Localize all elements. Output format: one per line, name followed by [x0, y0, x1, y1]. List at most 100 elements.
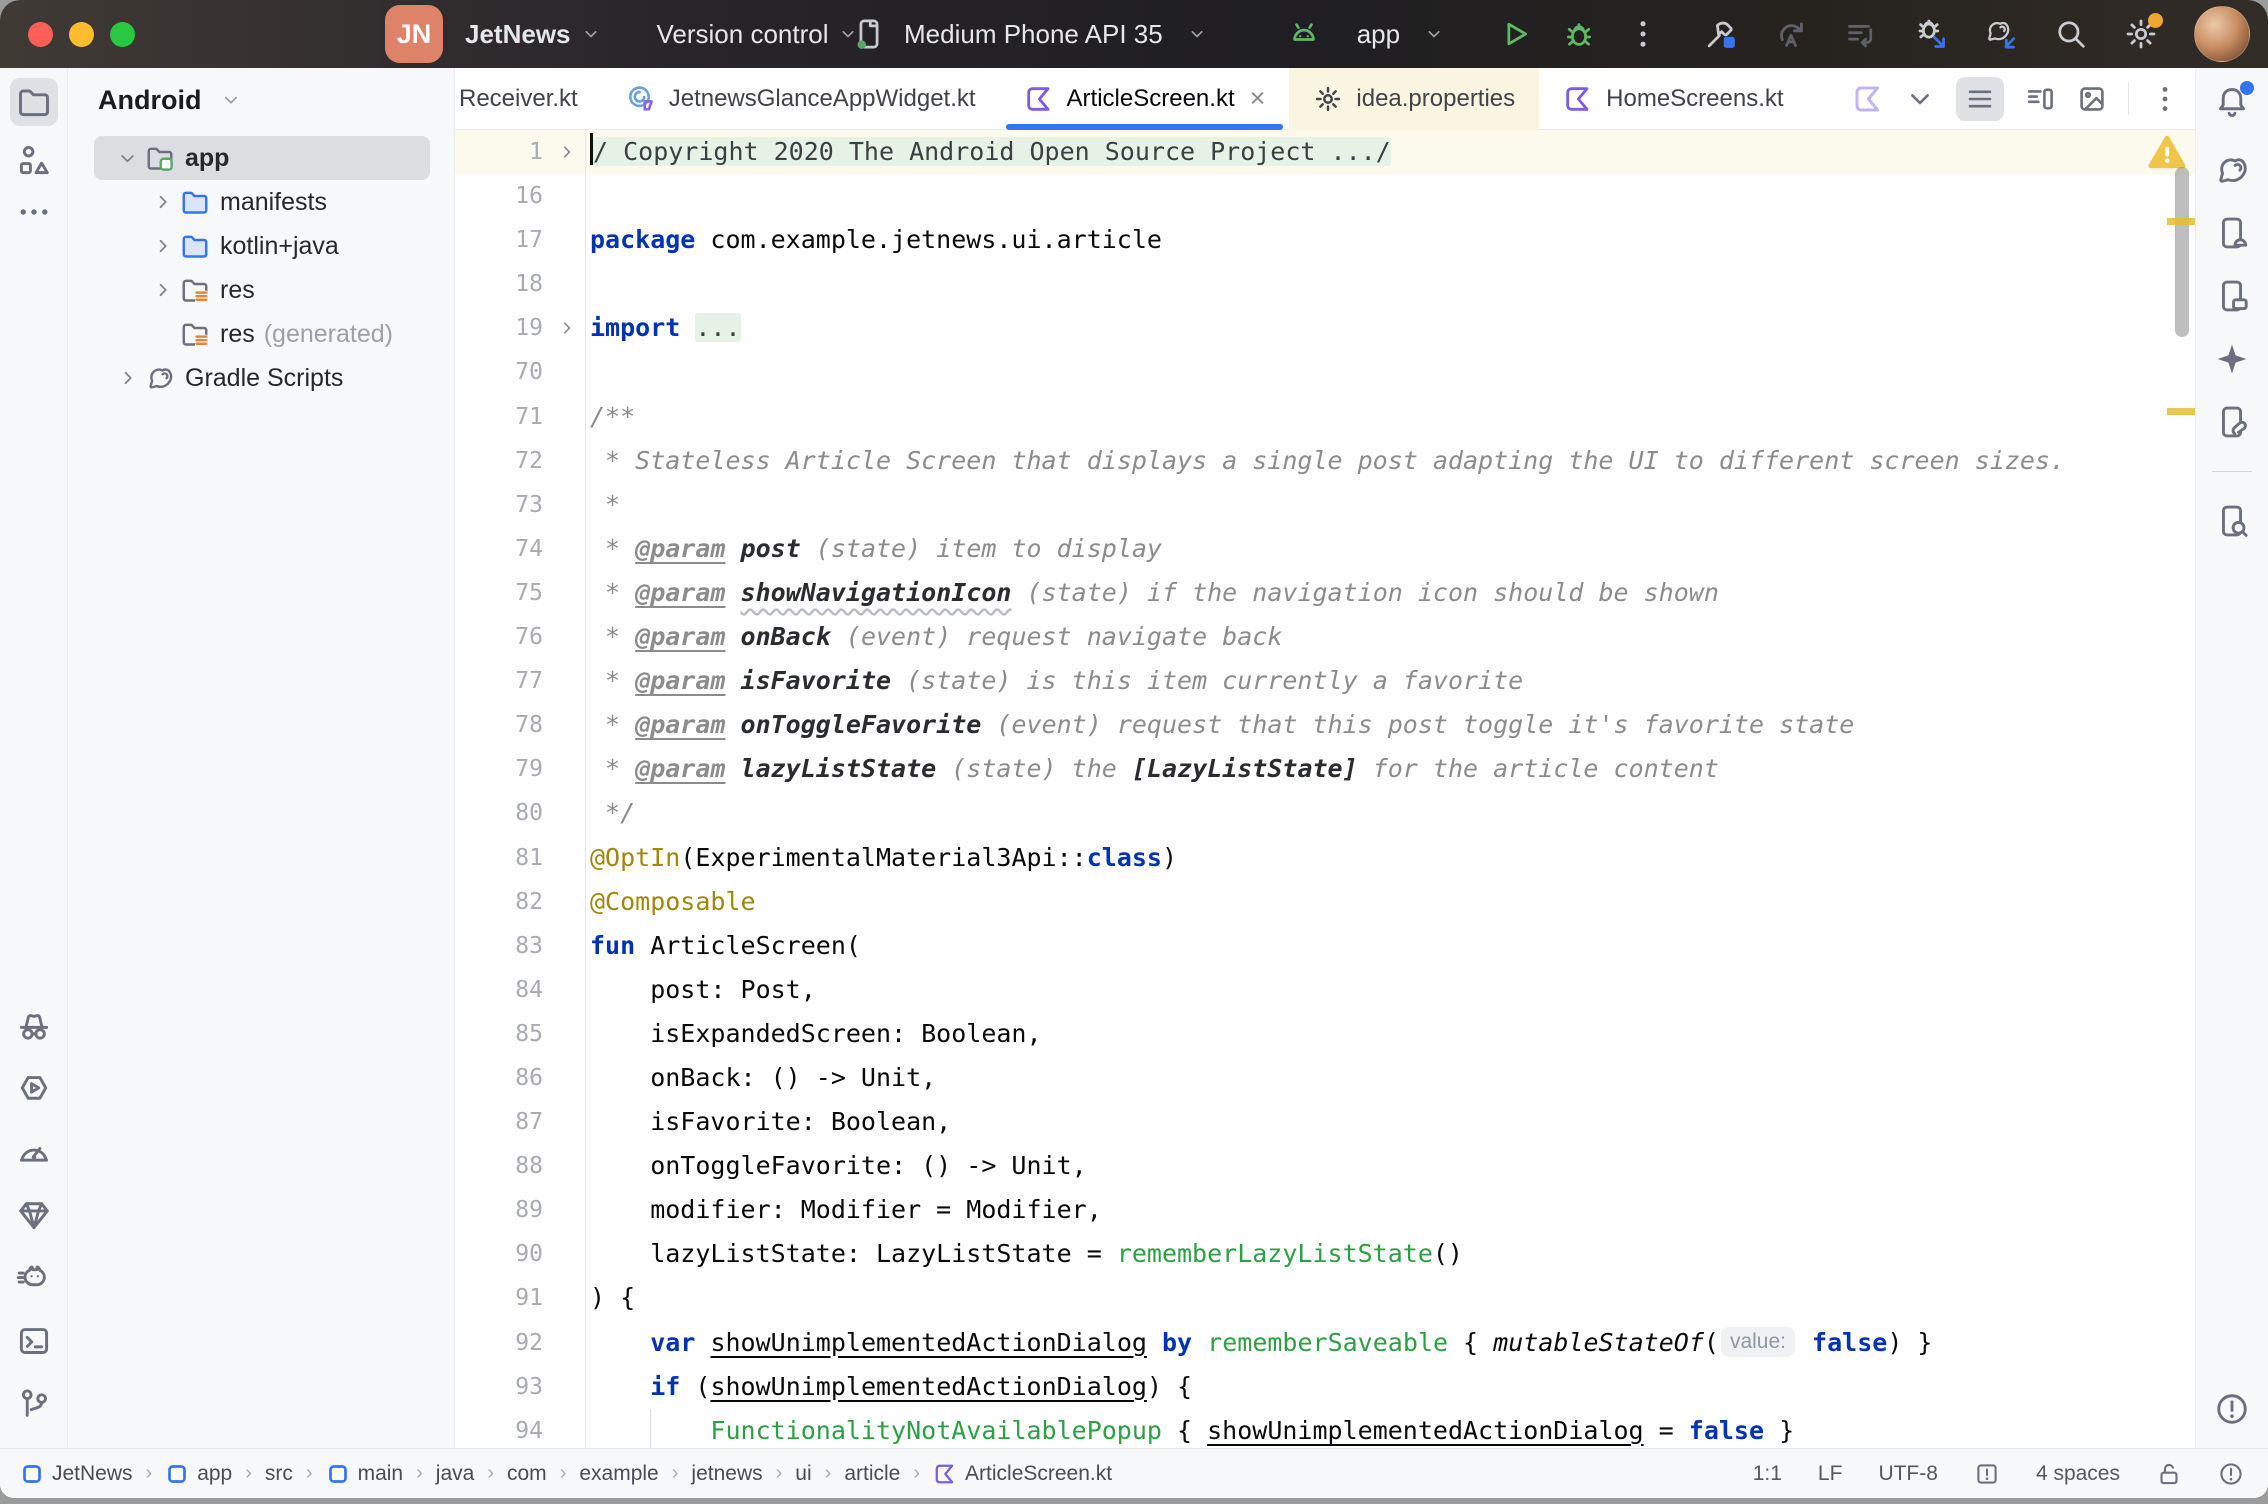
run-button[interactable] [1498, 17, 1532, 51]
chevron-down-icon[interactable] [1904, 83, 1936, 115]
zoom-window-button[interactable] [110, 22, 135, 47]
apply-changes-button[interactable] [1774, 17, 1808, 51]
settings-button[interactable] [2124, 17, 2158, 51]
inspection-square-icon[interactable] [1974, 1461, 2000, 1487]
code-text: @OptIn(ExperimentalMaterial3Api::class) [586, 836, 1177, 880]
breadcrumb-item-ui[interactable]: ui [795, 1462, 811, 1486]
tool-window-button-logcat-cat[interactable] [16, 1260, 52, 1296]
tree-item-kotlin-java[interactable]: kotlin+java [94, 224, 430, 268]
tool-window-button-device-manager[interactable] [2214, 215, 2250, 251]
line-number: 70 [455, 350, 549, 394]
editor-list-view-button[interactable] [1956, 77, 2004, 121]
tree-item-res[interactable]: res [94, 268, 430, 312]
tool-window-button-terminal[interactable] [16, 1323, 52, 1359]
inspection-warning-icon[interactable] [2148, 135, 2186, 169]
close-tab-icon[interactable]: × [1250, 85, 1266, 112]
editor-scrollbar[interactable] [2175, 167, 2189, 337]
breadcrumb-label: JetNews [52, 1462, 133, 1486]
tool-window-button-hexagon-play[interactable] [16, 1071, 52, 1107]
code-text: ) { [586, 1276, 635, 1320]
split-editor-icon[interactable] [2024, 83, 2056, 115]
close-window-button[interactable] [28, 22, 53, 47]
tab-label: JetnewsGlanceAppWidget.kt [669, 85, 976, 113]
code-text: * @param lazyListState (state) the [Lazy… [586, 747, 1719, 791]
tool-window-button-running-devices[interactable] [2214, 278, 2250, 314]
tool-window-button-gauge[interactable] [16, 1134, 52, 1170]
line-separator[interactable]: LF [1818, 1462, 1843, 1486]
image-icon[interactable] [2076, 83, 2108, 115]
project-view-selector[interactable]: Android [98, 85, 201, 116]
tree-item-manifests[interactable]: manifests [94, 180, 430, 224]
kotlin-file-icon [933, 1462, 957, 1486]
tool-window-button-device-explorer[interactable] [2214, 404, 2250, 440]
more-run-options-button[interactable] [1626, 17, 1660, 51]
caret-position[interactable]: 1:1 [1753, 1462, 1782, 1486]
tool-window-button-problems[interactable] [2214, 1391, 2250, 1427]
tool-window-button-device-search[interactable] [2214, 503, 2250, 539]
code-line-1: 1/ Copyright 2020 The Android Open Sourc… [455, 130, 2195, 174]
project-avatar[interactable]: JN [385, 5, 443, 63]
unlock-icon[interactable] [2156, 1461, 2182, 1487]
chevron-right-icon[interactable] [145, 191, 180, 213]
fold-marker-icon[interactable] [549, 318, 585, 338]
breadcrumb-item-article[interactable]: article [844, 1462, 900, 1486]
breadcrumb-item-com[interactable]: com [507, 1462, 547, 1486]
tool-window-button-more-horizontal[interactable] [16, 194, 52, 230]
breadcrumb-label: main [358, 1462, 404, 1486]
chevron-down-icon[interactable] [117, 141, 139, 176]
tree-item-app[interactable]: app [94, 136, 430, 180]
code-line-92: 92 var showUnimplementedActionDialog by … [455, 1321, 2195, 1365]
tab-jetnewsglanceappwidget-kt[interactable]: JetnewsGlanceAppWidget.kt [602, 68, 1000, 130]
tool-window-button-project-folder[interactable] [10, 78, 58, 126]
tab-receiver-kt[interactable]: Receiver.kt [455, 68, 602, 130]
chevron-right-icon[interactable] [145, 279, 180, 301]
fold-marker-icon[interactable] [549, 142, 585, 162]
tool-window-button-gemini-sparkle[interactable] [2214, 341, 2250, 377]
scrollbar-warning-mark[interactable] [2167, 408, 2195, 415]
breadcrumb-item-articlescreen-kt[interactable]: ArticleScreen.kt [933, 1462, 1112, 1486]
line-number: 79 [455, 747, 549, 791]
scrollbar-warning-mark[interactable] [2167, 218, 2195, 225]
tab-idea-properties[interactable]: idea.properties [1289, 68, 1539, 130]
breadcrumb-item-app[interactable]: app [165, 1462, 232, 1486]
build-hammer-button[interactable] [1704, 17, 1738, 51]
breadcrumb-item-src[interactable]: src [265, 1462, 293, 1486]
chevron-right-icon[interactable] [110, 367, 145, 389]
chevron-right-icon[interactable] [145, 235, 180, 257]
breadcrumb-item-java[interactable]: java [436, 1462, 475, 1486]
code-text: modifier: Modifier = Modifier, [586, 1188, 1102, 1232]
file-encoding[interactable]: UTF-8 [1878, 1462, 1938, 1486]
run-configuration-selector[interactable]: app [1357, 19, 1400, 50]
minimize-window-button[interactable] [69, 22, 94, 47]
kebab-icon[interactable] [2149, 83, 2181, 115]
search-everywhere-button[interactable] [2054, 17, 2088, 51]
tool-window-button-git-branch[interactable] [16, 1386, 52, 1422]
code-line-70: 70 [455, 350, 2195, 394]
code-text: * @param isFavorite (state) is this item… [586, 659, 1523, 703]
breadcrumb-item-main[interactable]: main [326, 1462, 404, 1486]
tree-item-gradle-scripts[interactable]: Gradle Scripts [94, 356, 430, 400]
indent-setting[interactable]: 4 spaces [2036, 1462, 2120, 1486]
gradle-sync-button[interactable] [1984, 17, 2018, 51]
tool-window-button-incognito[interactable] [16, 1008, 52, 1044]
version-control-menu[interactable]: Version control [657, 19, 829, 50]
apply-code-changes-button[interactable] [1844, 17, 1878, 51]
breadcrumb-item-example[interactable]: example [579, 1462, 658, 1486]
device-selector[interactable]: Medium Phone API 35 [904, 19, 1163, 50]
tab-homescreens-kt[interactable]: HomeScreens.kt [1539, 68, 1807, 130]
debug-button[interactable] [1562, 17, 1596, 51]
breadcrumb-item-jetnews[interactable]: jetnews [691, 1462, 762, 1486]
code-editor[interactable]: 1/ Copyright 2020 The Android Open Sourc… [455, 130, 2195, 1448]
tool-window-button-resource-manager[interactable] [16, 142, 52, 178]
tab-articlescreen-kt[interactable]: ArticleScreen.kt× [1000, 68, 1290, 130]
tool-window-button-gem[interactable] [16, 1197, 52, 1233]
breadcrumb-item-jetnews[interactable]: JetNews [20, 1462, 133, 1486]
user-avatar[interactable] [2194, 6, 2250, 62]
tool-window-button-bell[interactable] [2214, 84, 2250, 125]
tool-window-button-gradle[interactable] [2214, 152, 2250, 188]
module-icon [326, 1462, 350, 1486]
project-menu[interactable]: JetNews [465, 19, 571, 50]
attach-debugger-button[interactable] [1914, 17, 1948, 51]
problems-indicator-icon[interactable] [2218, 1461, 2244, 1487]
tree-item-res[interactable]: res(generated) [94, 312, 430, 356]
